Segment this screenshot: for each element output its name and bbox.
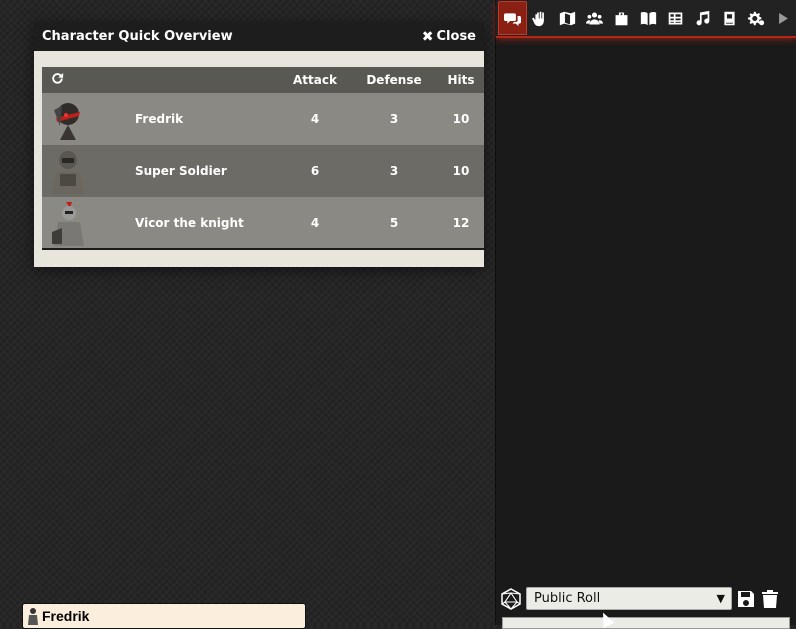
sidebar-tabbar xyxy=(496,0,796,38)
overview-table-container: Attack Defense Hits Fredrik 4 3 10 Super… xyxy=(42,67,484,250)
roll-mode-value: Public Roll xyxy=(534,591,601,606)
attack-value: 4 xyxy=(310,112,320,126)
tab-items[interactable] xyxy=(608,2,635,34)
chat-message-input[interactable] xyxy=(502,617,790,629)
overview-table: Attack Defense Hits Fredrik 4 3 10 Super… xyxy=(42,67,484,250)
knight-portrait xyxy=(52,201,84,246)
table-row[interactable]: Super Soldier 6 3 10 xyxy=(42,145,484,197)
arrow-right-icon xyxy=(779,12,788,24)
tab-combat[interactable] xyxy=(527,2,554,34)
sidebar: Public Roll ▼ xyxy=(495,0,796,629)
chat-controls: Public Roll ▼ xyxy=(500,587,780,610)
header-name xyxy=(130,67,280,93)
tab-settings[interactable] xyxy=(743,2,770,34)
character-name[interactable]: Vicor the knight xyxy=(130,197,280,250)
refresh-icon xyxy=(52,72,64,84)
defense-value: 3 xyxy=(389,112,399,126)
header-defense: Defense xyxy=(366,73,422,87)
close-button[interactable]: ✖ Close xyxy=(422,29,476,45)
close-label: Close xyxy=(436,29,476,44)
hits-value: 10 xyxy=(452,112,470,126)
tab-tables[interactable] xyxy=(662,2,689,34)
tab-compendium[interactable] xyxy=(716,2,743,34)
table-row[interactable]: Fredrik 4 3 10 xyxy=(42,93,484,145)
tab-scenes[interactable] xyxy=(554,2,581,34)
table-icon xyxy=(668,12,683,24)
hits-value: 12 xyxy=(438,197,484,250)
map-icon xyxy=(559,11,576,25)
refresh-button[interactable] xyxy=(42,67,130,93)
settings-icon xyxy=(748,11,765,25)
tab-playlists[interactable] xyxy=(689,2,716,34)
dialog-titlebar[interactable]: Character Quick Overview ✖ Close xyxy=(34,22,484,51)
journal-icon xyxy=(724,11,735,25)
briefcase-icon xyxy=(615,12,628,25)
dialog-title: Character Quick Overview xyxy=(42,29,233,44)
tab-actors[interactable] xyxy=(581,2,608,34)
table-header-row: Attack Defense Hits xyxy=(42,67,484,93)
character-overview-dialog: Character Quick Overview ✖ Close Attack … xyxy=(34,22,484,267)
chevron-down-icon: ▼ xyxy=(716,592,725,605)
trash-icon xyxy=(762,589,778,608)
d20-icon[interactable] xyxy=(500,587,522,610)
chat-icon xyxy=(504,12,521,26)
table-row[interactable]: Vicor the knight 4 5 12 xyxy=(42,197,484,250)
tab-chat[interactable] xyxy=(498,1,527,35)
character-name[interactable]: Super Soldier xyxy=(130,145,280,197)
attack-value: 4 xyxy=(280,197,350,250)
token-avatar-icon xyxy=(28,608,38,625)
tab-journal[interactable] xyxy=(635,2,662,34)
token-nameplate[interactable]: Fredrik xyxy=(22,603,306,629)
armored-soldier-portrait xyxy=(52,151,84,194)
tab-collapse[interactable] xyxy=(770,2,796,34)
users-icon xyxy=(586,12,603,24)
character-name[interactable]: Fredrik xyxy=(130,93,280,145)
red-masked-warrior-portrait xyxy=(54,103,80,140)
book-icon xyxy=(640,11,657,25)
export-log-button[interactable] xyxy=(736,589,756,609)
music-icon xyxy=(696,10,710,25)
defense-value: 5 xyxy=(350,197,438,250)
defense-value: 3 xyxy=(389,164,399,178)
header-hits: Hits xyxy=(447,73,475,87)
header-attack: Attack xyxy=(293,73,337,87)
hand-icon xyxy=(532,11,544,26)
attack-value: 6 xyxy=(310,164,320,178)
clear-log-button[interactable] xyxy=(760,589,780,609)
close-icon: ✖ xyxy=(421,28,434,45)
save-icon xyxy=(738,590,754,607)
roll-mode-select[interactable]: Public Roll ▼ xyxy=(526,587,732,610)
hits-value: 10 xyxy=(452,164,470,178)
token-name: Fredrik xyxy=(42,608,90,624)
